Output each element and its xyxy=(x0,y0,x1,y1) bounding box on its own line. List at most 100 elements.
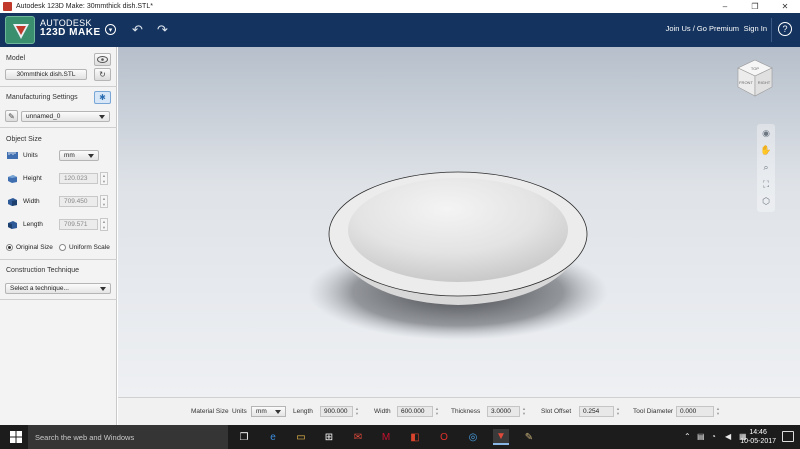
model-section-title: Model xyxy=(6,55,26,62)
construction-select[interactable]: Select a technique... xyxy=(5,283,111,294)
taskbar-clock[interactable]: 14:46 10-05-2017 xyxy=(740,428,776,446)
width-stepper[interactable]: ▲ ▼ xyxy=(100,195,108,208)
height-input[interactable]: 120.023 xyxy=(59,173,98,184)
taskbar: Search the web and Windows ❐ e ▭ ⊞ ✉ M ◧… xyxy=(0,425,800,449)
chrome-icon[interactable]: ◎ xyxy=(465,429,481,445)
app-menu-button[interactable]: ▾ xyxy=(105,24,116,35)
fit-view-icon[interactable]: ⛶ xyxy=(761,179,771,189)
divider xyxy=(0,86,117,87)
width-input[interactable]: 709.450 xyxy=(59,196,98,207)
maximize-button[interactable]: ❐ xyxy=(740,0,770,13)
thickness-label: Thickness xyxy=(451,408,481,415)
bottom-width-label: Width xyxy=(374,408,391,415)
bottom-length-input[interactable]: 900.000 xyxy=(320,406,353,417)
original-size-radio[interactable] xyxy=(6,244,13,251)
dish-bowl xyxy=(348,178,568,282)
bottom-width-stepper[interactable]: ▲ ▼ xyxy=(434,406,440,417)
pan-hand-icon[interactable]: ✋ xyxy=(760,145,771,155)
redo-icon[interactable]: ↷ xyxy=(157,22,168,38)
join-premium-link[interactable]: Join Us / Go Premium xyxy=(666,24,739,33)
task-view-icon[interactable]: ❐ xyxy=(236,429,252,445)
mcafee-icon[interactable]: M xyxy=(378,429,394,445)
close-button[interactable]: ✕ xyxy=(770,0,800,13)
network-icon[interactable]: ▤ xyxy=(697,432,705,441)
paint-icon[interactable]: ✎ xyxy=(521,429,537,445)
slot-offset-stepper[interactable]: ▲ ▼ xyxy=(615,406,621,417)
uniform-scale-radio[interactable] xyxy=(59,244,66,251)
bottom-width-input[interactable]: 600.000 xyxy=(397,406,433,417)
divider xyxy=(0,127,117,128)
opera-icon[interactable]: O xyxy=(436,429,452,445)
header-divider xyxy=(771,18,772,42)
zoom-icon[interactable]: ⌕ xyxy=(761,162,771,172)
tool-diameter-input[interactable]: 0.000 xyxy=(676,406,714,417)
slot-offset-label: Slot Offset xyxy=(541,408,572,415)
file-explorer-icon[interactable]: ▭ xyxy=(293,429,309,445)
height-stepper[interactable]: ▲ ▼ xyxy=(100,172,108,185)
brand-line2: 123D MAKE xyxy=(40,27,101,38)
object-size-title: Object Size xyxy=(6,136,42,143)
ruler-icon xyxy=(7,152,18,159)
clock-time: 14:46 xyxy=(749,429,767,436)
height-icon xyxy=(8,175,17,183)
action-center-icon[interactable] xyxy=(782,431,794,442)
tool-diameter-label: Tool Diameter xyxy=(633,408,674,415)
navigation-toolbar: ◉ ✋ ⌕ ⛶ ⬡ xyxy=(757,124,775,212)
material-settings-bar: Material Size Units mm Length 900.000 ▲ ▼… xyxy=(118,397,800,425)
material-size-label: Material Size xyxy=(191,408,229,415)
window-titlebar: Autodesk 123D Make: 30mmthick dish.STL* … xyxy=(0,0,800,13)
units-select[interactable]: mm xyxy=(59,150,99,161)
length-label: Length xyxy=(23,221,43,228)
cube-top-label: TOP xyxy=(751,66,759,71)
3d-viewport[interactable]: TOP FRONT RIGHT ◉ ✋ ⌕ ⛶ ⬡ xyxy=(118,47,800,397)
edge-browser-icon[interactable]: e xyxy=(265,429,281,445)
manufacturing-select-value: unnamed_0 xyxy=(26,113,61,120)
volume-icon[interactable]: ◀ xyxy=(725,432,731,441)
chevron-down-icon xyxy=(99,115,105,119)
bottom-length-label: Length xyxy=(293,408,313,415)
app-icon xyxy=(3,2,12,11)
manufacturing-select[interactable]: unnamed_0 xyxy=(21,111,110,122)
home-view-icon[interactable]: ⬡ xyxy=(761,196,771,206)
123d-make-taskbar-icon[interactable]: ▼ xyxy=(493,429,509,445)
tool-diameter-stepper[interactable]: ▲ ▼ xyxy=(715,406,721,417)
units-label: Units xyxy=(23,152,38,159)
manufacturing-section-title: Manufacturing Settings xyxy=(6,94,78,101)
length-icon xyxy=(8,221,17,229)
thickness-input[interactable]: 3.0000 xyxy=(487,406,520,417)
window-controls: – ❐ ✕ xyxy=(710,0,800,13)
thickness-stepper[interactable]: ▲ ▼ xyxy=(521,406,527,417)
taskbar-search-placeholder: Search the web and Windows xyxy=(35,433,135,442)
orbit-icon[interactable]: ◉ xyxy=(761,128,771,138)
length-input[interactable]: 709.571 xyxy=(59,219,98,230)
app-logo-icon[interactable] xyxy=(5,16,35,44)
chevron-down-icon xyxy=(275,410,281,414)
sign-in-link[interactable]: Sign In xyxy=(744,24,767,33)
refresh-icon[interactable]: ↻ xyxy=(94,68,111,81)
bottom-length-stepper[interactable]: ▲ ▼ xyxy=(354,406,360,417)
mail-icon[interactable]: ✉ xyxy=(350,429,366,445)
view-cube[interactable]: TOP FRONT RIGHT xyxy=(735,58,775,98)
store-icon[interactable]: ⊞ xyxy=(321,429,337,445)
dish-model[interactable] xyxy=(118,47,800,397)
construction-select-value: Select a technique... xyxy=(10,285,69,292)
chevron-down-icon xyxy=(88,154,94,158)
pencil-icon[interactable]: ✎ xyxy=(5,110,18,122)
eye-icon[interactable] xyxy=(94,53,111,66)
help-icon[interactable]: ? xyxy=(778,22,792,36)
gear-icon[interactable]: ✱ xyxy=(94,91,111,104)
slot-offset-input[interactable]: 0.254 xyxy=(579,406,614,417)
model-file-button[interactable]: 30mmthick dish.STL xyxy=(5,69,87,80)
clock-date: 10-05-2017 xyxy=(740,438,776,445)
office-icon[interactable]: ◧ xyxy=(407,429,423,445)
length-stepper[interactable]: ▲ ▼ xyxy=(100,218,108,231)
windows-start-icon[interactable] xyxy=(10,431,22,443)
bottom-units-select[interactable]: mm xyxy=(251,406,286,417)
undo-icon[interactable]: ↶ xyxy=(132,22,143,38)
app-brand: AUTODESK 123D MAKE xyxy=(40,18,101,38)
tray-chevron-icon[interactable]: ⌃ xyxy=(684,432,691,441)
wifi-icon[interactable]: ◔ xyxy=(711,432,716,441)
taskbar-search[interactable]: Search the web and Windows xyxy=(28,425,228,449)
original-size-label: Original Size xyxy=(16,244,53,251)
minimize-button[interactable]: – xyxy=(710,0,740,13)
